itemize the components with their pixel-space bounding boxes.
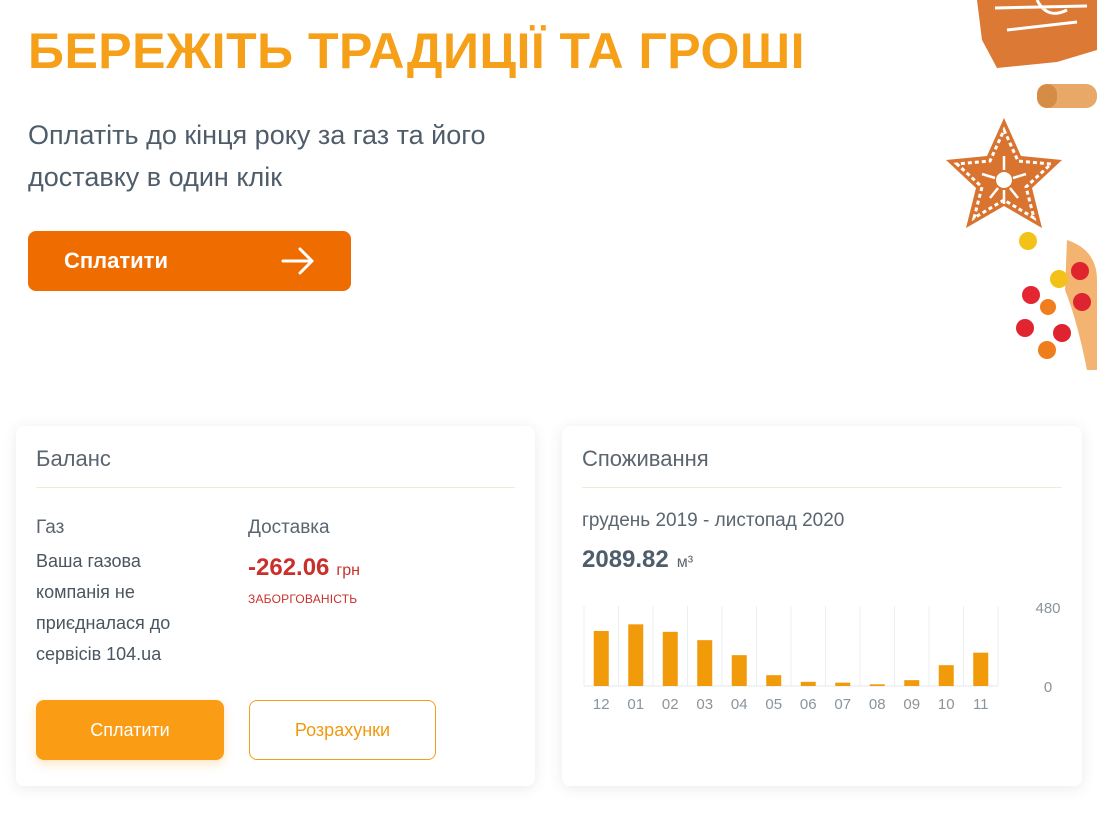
- chart-bar: [938, 665, 954, 686]
- chart-x-tick: 11: [973, 696, 989, 713]
- chart-bar: [593, 631, 609, 686]
- chart-x-tick: 08: [869, 696, 886, 713]
- consumption-period: грудень 2019 - листопад 2020: [582, 510, 845, 531]
- chart-x-tick: 10: [938, 696, 955, 713]
- chart-x-tick: 07: [834, 696, 851, 713]
- chart-y-tick: 0: [1044, 679, 1052, 696]
- hero-pay-button[interactable]: Сплатити: [28, 231, 351, 291]
- chart-x-tick: 09: [903, 696, 920, 713]
- delivery-label: Доставка: [248, 517, 330, 538]
- gas-label: Газ: [36, 517, 65, 538]
- chart-x-tick: 05: [765, 696, 782, 713]
- chart-x-tick: 04: [731, 696, 748, 713]
- chart-bar: [697, 640, 713, 686]
- consumption-title: Споживання: [582, 446, 709, 471]
- chart-x-tick: 03: [696, 696, 713, 713]
- divider: [36, 487, 515, 488]
- divider: [582, 487, 1062, 488]
- chart-bar: [800, 681, 816, 686]
- consumption-chart: 12 01 02 03 04 05 06 07 08 09 10 11 480 0: [583, 600, 1061, 713]
- balance-card: Баланс Газ Ваша газова компанія не приєд…: [16, 426, 535, 786]
- delivery-amount-row: -262.06 грн: [248, 554, 478, 582]
- chart-bar: [973, 652, 989, 686]
- balance-title: Баланс: [36, 446, 111, 471]
- hero-subtitle: Оплатіть до кінця року за газ та його до…: [28, 120, 486, 192]
- page-title: БЕРЕЖІТЬ ТРАДИЦІЇ ТА ГРОШІ: [28, 23, 806, 79]
- chart-bar: [731, 655, 747, 686]
- chart-bar: [869, 684, 885, 686]
- consumption-card: Споживання грудень 2019 - листопад 2020 …: [562, 426, 1082, 786]
- chart-x-tick: 01: [627, 696, 644, 713]
- chart-x-tick: 12: [593, 696, 610, 713]
- gingerbread-decoration: [946, 0, 1097, 370]
- pay-button[interactable]: Сплатити: [36, 700, 224, 760]
- chart-bar: [628, 624, 644, 686]
- currency-label: грн: [336, 562, 360, 579]
- delivery-amount: -262.06: [248, 554, 330, 581]
- unit-label: м³: [676, 554, 694, 571]
- arrow-right-icon: [281, 247, 315, 275]
- calculations-button[interactable]: Розрахунки: [249, 700, 436, 760]
- hero-pay-label: Сплатити: [64, 248, 168, 273]
- delivery-section: Доставка -262.06 грн ЗАБОРГОВАНІСТЬ: [248, 516, 478, 606]
- consumption-total: 2089.82: [582, 546, 669, 573]
- chart-bar: [766, 675, 782, 686]
- debt-status: ЗАБОРГОВАНІСТЬ: [248, 592, 358, 606]
- gas-note: Ваша газова компанія не приєдналася до с…: [36, 551, 171, 664]
- chart-bar: [904, 680, 920, 686]
- chart-bar: [835, 682, 851, 686]
- gas-section: Газ Ваша газова компанія не приєдналася …: [36, 516, 211, 670]
- chart-bar: [662, 631, 678, 686]
- chart-y-tick: 480: [1035, 600, 1060, 617]
- chart-x-tick: 02: [662, 696, 679, 713]
- consumption-total-row: 2089.82 м³: [582, 546, 693, 574]
- chart-x-tick: 06: [800, 696, 817, 713]
